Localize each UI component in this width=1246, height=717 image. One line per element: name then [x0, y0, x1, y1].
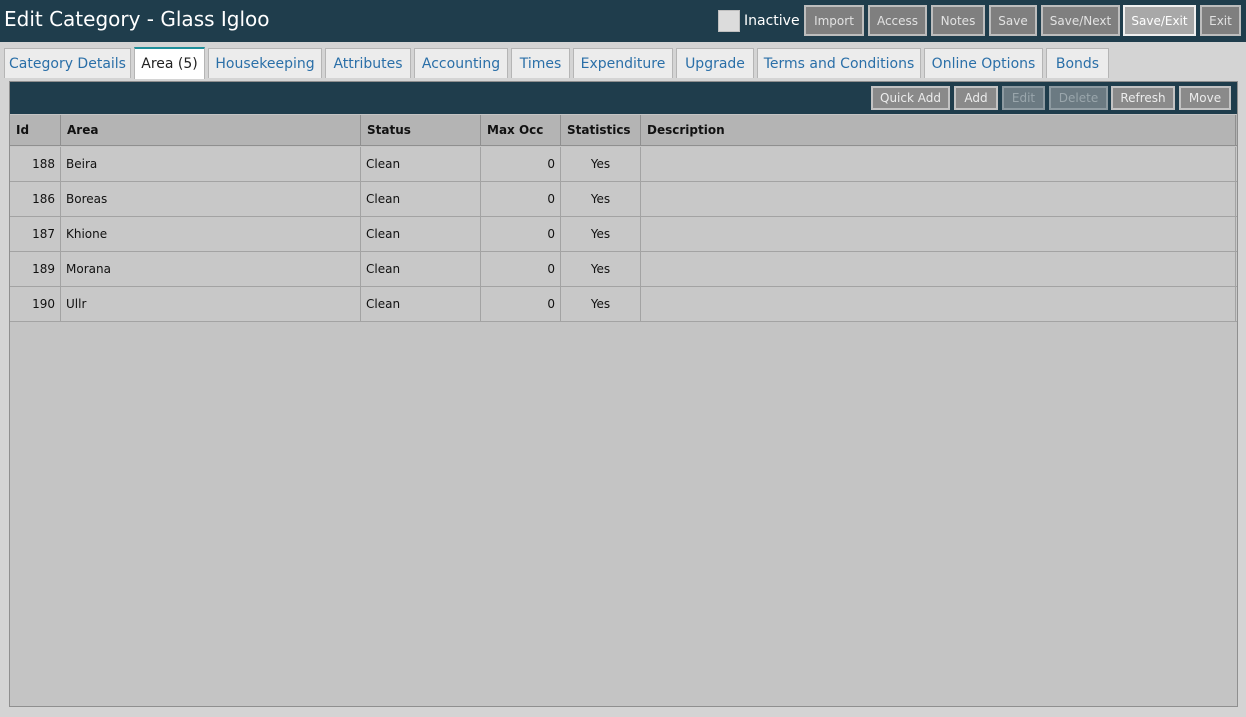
- delete-button[interactable]: Delete: [1049, 86, 1108, 110]
- tab-bonds[interactable]: Bonds: [1046, 48, 1109, 78]
- header-bar: Edit Category - Glass Igloo Inactive Imp…: [0, 0, 1246, 42]
- column-header-id[interactable]: Id: [10, 115, 61, 146]
- save-exit-button[interactable]: Save/Exit: [1123, 5, 1196, 36]
- tab-online-options[interactable]: Online Options: [924, 48, 1043, 78]
- cell-status: Clean: [361, 182, 481, 217]
- cell-description: [641, 217, 1236, 252]
- refresh-button[interactable]: Refresh: [1111, 86, 1175, 110]
- cell-id: 190: [10, 287, 61, 322]
- inactive-toggle[interactable]: Inactive: [718, 10, 800, 32]
- cell-statistics: Yes: [561, 287, 641, 322]
- notes-button[interactable]: Notes: [931, 5, 985, 36]
- cell-status: Clean: [361, 147, 481, 182]
- save-button[interactable]: Save: [989, 5, 1037, 36]
- column-header-statistics[interactable]: Statistics: [561, 115, 641, 146]
- cell-area: Ullr: [61, 287, 361, 322]
- cell-description: [641, 252, 1236, 287]
- access-button[interactable]: Access: [868, 5, 927, 36]
- tab-bar: Category Details Area (5) Housekeeping A…: [0, 42, 1246, 79]
- cell-status: Clean: [361, 287, 481, 322]
- cell-id: 186: [10, 182, 61, 217]
- add-button[interactable]: Add: [954, 86, 998, 110]
- cell-area: Morana: [61, 252, 361, 287]
- cell-statistics: Yes: [561, 147, 641, 182]
- tab-upgrade[interactable]: Upgrade: [676, 48, 754, 78]
- exit-button[interactable]: Exit: [1200, 5, 1241, 36]
- move-button[interactable]: Move: [1179, 86, 1231, 110]
- cell-status: Clean: [361, 217, 481, 252]
- tab-category-details[interactable]: Category Details: [4, 48, 131, 78]
- tab-expenditure[interactable]: Expenditure: [573, 48, 673, 78]
- tab-area[interactable]: Area (5): [134, 47, 205, 79]
- table-row[interactable]: 190 Ullr Clean 0 Yes: [10, 287, 1237, 322]
- cell-max-occ: 0: [481, 252, 561, 287]
- table-row[interactable]: 186 Boreas Clean 0 Yes: [10, 182, 1237, 217]
- tab-times[interactable]: Times: [511, 48, 570, 78]
- save-next-button[interactable]: Save/Next: [1041, 5, 1120, 36]
- quick-add-button[interactable]: Quick Add: [871, 86, 950, 110]
- cell-max-occ: 0: [481, 182, 561, 217]
- cell-statistics: Yes: [561, 182, 641, 217]
- column-header-area[interactable]: Area: [61, 115, 361, 146]
- column-header-status[interactable]: Status: [361, 115, 481, 146]
- cell-id: 189: [10, 252, 61, 287]
- edit-button[interactable]: Edit: [1002, 86, 1045, 110]
- cell-id: 188: [10, 147, 61, 182]
- tab-attributes[interactable]: Attributes: [325, 48, 411, 78]
- cell-description: [641, 147, 1236, 182]
- table-row[interactable]: 189 Morana Clean 0 Yes: [10, 252, 1237, 287]
- page-title: Edit Category - Glass Igloo: [4, 7, 270, 31]
- cell-max-occ: 0: [481, 217, 561, 252]
- cell-max-occ: 0: [481, 147, 561, 182]
- cell-statistics: Yes: [561, 252, 641, 287]
- inactive-checkbox[interactable]: [718, 10, 740, 32]
- area-grid-panel: Quick Add Add Edit Delete Refresh Move I…: [9, 81, 1238, 707]
- inactive-label: Inactive: [744, 13, 800, 29]
- cell-max-occ: 0: [481, 287, 561, 322]
- column-header-description[interactable]: Description: [641, 115, 1236, 146]
- import-button[interactable]: Import: [804, 5, 864, 36]
- grid-toolbar: Quick Add Add Edit Delete Refresh Move: [10, 82, 1237, 114]
- cell-description: [641, 182, 1236, 217]
- cell-status: Clean: [361, 252, 481, 287]
- cell-area: Boreas: [61, 182, 361, 217]
- table-row[interactable]: 187 Khione Clean 0 Yes: [10, 217, 1237, 252]
- cell-area: Khione: [61, 217, 361, 252]
- column-header-max-occ[interactable]: Max Occ: [481, 115, 561, 146]
- tab-housekeeping[interactable]: Housekeeping: [208, 48, 322, 78]
- table-row[interactable]: 188 Beira Clean 0 Yes: [10, 147, 1237, 182]
- tab-accounting[interactable]: Accounting: [414, 48, 508, 78]
- grid-header: Id Area Status Max Occ Statistics Descri…: [10, 115, 1237, 146]
- cell-id: 187: [10, 217, 61, 252]
- cell-area: Beira: [61, 147, 361, 182]
- tab-terms-and-conditions[interactable]: Terms and Conditions: [757, 48, 921, 78]
- cell-description: [641, 287, 1236, 322]
- cell-statistics: Yes: [561, 217, 641, 252]
